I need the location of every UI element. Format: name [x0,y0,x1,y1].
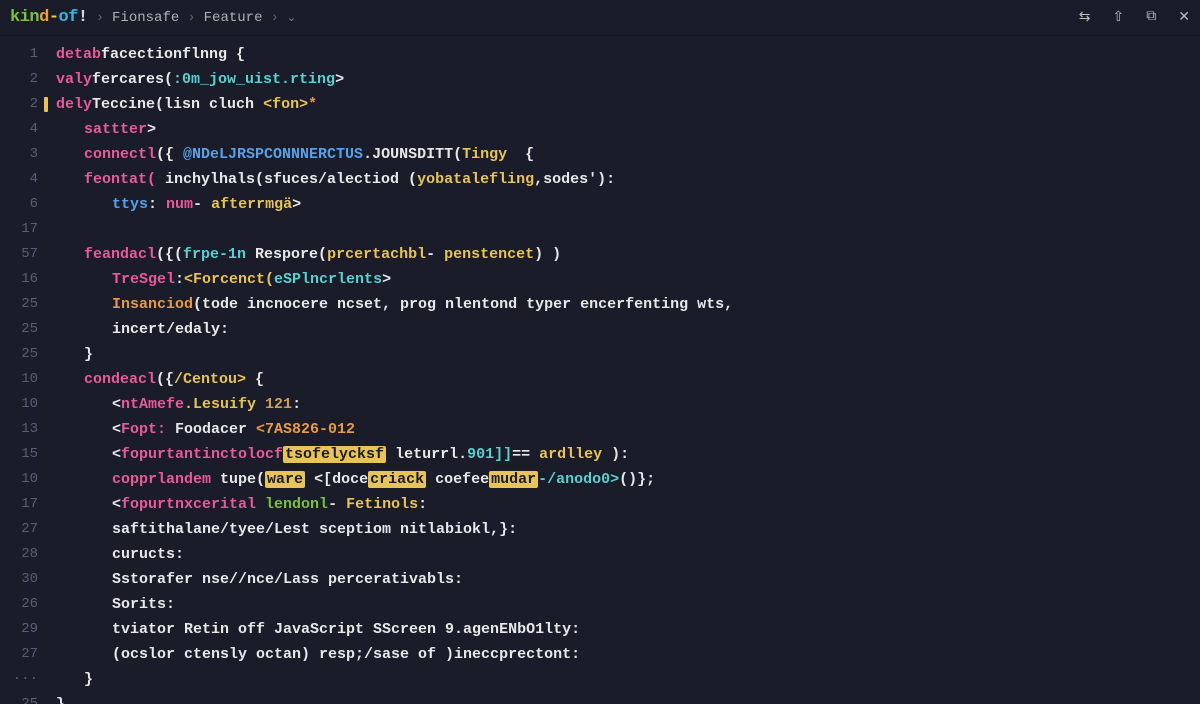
line-number: 3 [0,142,38,167]
code-line: detabfacectionflnng { [56,42,1180,67]
line-number: 10 [0,392,38,417]
code-line: feandacl({(frpe-1n Respore(prcertachbl- … [56,242,1180,267]
app-logo: kind-of! [10,8,88,27]
line-number: 29 [0,617,38,642]
code-line: ttys: num- afterrmgä> [56,192,1180,217]
code-line [56,217,1180,242]
line-number: 4 [0,167,38,192]
line-number: 25 [0,342,38,367]
line-number: 1 [0,42,38,67]
line-number: 6 [0,192,38,217]
line-number: 25 [0,692,38,704]
line-number: 25 [0,292,38,317]
code-line: <fopurtnxcerital lendonl- Fetinols: [56,492,1180,517]
line-number-gutter: 1224346175716252525101013151017272830262… [0,42,56,704]
line-number: 26 [0,592,38,617]
line-number: 15 [0,442,38,467]
code-line: connectl({ @NDeLJRSPCONNNERCTUS.JOUNSDIT… [56,142,1180,167]
code-line: tviator Retin off JavaScript SScreen 9.a… [56,617,1180,642]
line-number: 4 [0,117,38,142]
line-number: 13 [0,417,38,442]
line-number: 10 [0,467,38,492]
code-line: <ntAmefe.Lesuify 121: [56,392,1180,417]
code-line: Sstorafer nse//nce/Lass percerativabls: [56,567,1180,592]
line-number: 10 [0,367,38,392]
line-number: ··· [0,667,38,692]
code-line: TreSgel:<Forcenct(eSPlncrlents> [56,267,1180,292]
title-bar: kind-of! › Fionsafe › Feature › ⌄ ⇆ ⇧ ⧉ … [0,0,1200,36]
breadcrumb-item[interactable]: Feature [204,10,263,26]
chevron-right-icon: › [96,10,104,26]
code-line: } [56,342,1180,367]
code-line: <Fopt: Foodacer <7AS826-012 [56,417,1180,442]
line-number: 17 [0,217,38,242]
code-line: Sorits: [56,592,1180,617]
line-number: 27 [0,642,38,667]
code-line: condeacl({/Centou> { [56,367,1180,392]
code-line: valyfercares(:0m_jow_uist.rting> [56,67,1180,92]
title-actions: ⇆ ⇧ ⧉ ✕ [1079,9,1190,26]
code-line: } [56,692,1180,704]
code-line: curucts: [56,542,1180,567]
line-number: 2 [0,92,38,117]
code-line: Insanciod(tode incnocere ncset, prog nle… [56,292,1180,317]
code-line: delyTeccine(lisn cluch <fon>* [56,92,1180,117]
code-line: saftithalane/tyee/Lest sceptiom nitlabio… [56,517,1180,542]
line-number: 2 [0,67,38,92]
code-line: sattter> [56,117,1180,142]
line-number: 28 [0,542,38,567]
code-line: incert/edaly: [56,317,1180,342]
line-number: 16 [0,267,38,292]
sync-icon[interactable]: ⇆ [1079,9,1091,26]
close-icon[interactable]: ✕ [1178,9,1190,26]
chevron-down-icon[interactable]: ⌄ [287,11,296,25]
code-line: <fopurtantinctolocftsofelycksf leturrl.9… [56,442,1180,467]
chevron-right-icon: › [270,10,278,26]
line-number: 17 [0,492,38,517]
code-line: (ocslor ctensly octan) resp;/sase of )in… [56,642,1180,667]
code-line: } [56,667,1180,692]
breadcrumb: › Fionsafe › Feature › ⌄ [96,10,296,26]
code-line: copprlandem tupe(ware <[docecriack coefe… [56,467,1180,492]
line-number: 27 [0,517,38,542]
line-number: 30 [0,567,38,592]
line-number: 25 [0,317,38,342]
chevron-right-icon: › [187,10,195,26]
breadcrumb-item[interactable]: Fionsafe [112,10,179,26]
upload-icon[interactable]: ⇧ [1113,9,1125,26]
line-number: 57 [0,242,38,267]
code-line: feontat( inchylhals(sfuces/alectiod (yob… [56,167,1180,192]
code-area[interactable]: detabfacectionflnng { valyfercares(:0m_j… [56,42,1200,704]
copy-icon[interactable]: ⧉ [1146,9,1156,26]
code-editor[interactable]: 1224346175716252525101013151017272830262… [0,36,1200,704]
